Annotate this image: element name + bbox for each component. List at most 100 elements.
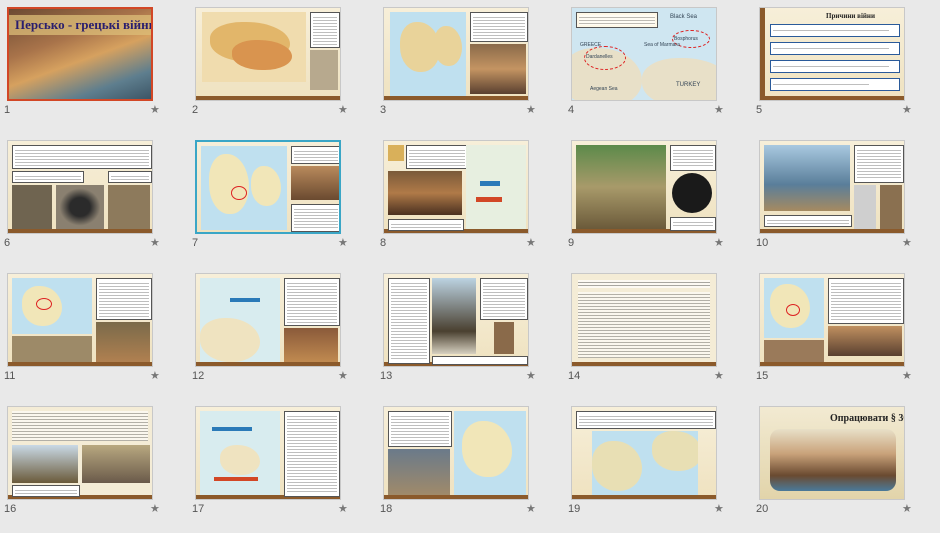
slide-number: 19 (568, 503, 581, 515)
slide-thumbnail-6[interactable]: 6 ★ (0, 133, 188, 266)
star-icon[interactable]: ★ (338, 502, 348, 515)
slide-thumbnail-9[interactable]: 9 ★ (564, 133, 752, 266)
slide-thumbnail-11[interactable]: 11 ★ (0, 266, 188, 399)
map-label: TURKEY (676, 82, 701, 88)
star-icon[interactable]: ★ (526, 103, 536, 116)
star-icon[interactable]: ★ (902, 236, 912, 249)
slide-number: 5 (756, 104, 763, 116)
slide-number: 10 (756, 237, 769, 249)
star-icon[interactable]: ★ (902, 369, 912, 382)
star-icon[interactable]: ★ (714, 103, 724, 116)
slide-preview (195, 7, 341, 101)
vase-image (672, 173, 712, 213)
star-icon[interactable]: ★ (150, 502, 160, 515)
slide-preview (383, 7, 529, 101)
slide-thumbnail-1[interactable]: Персько - грецькі війни 1 ★ (0, 0, 188, 133)
star-icon[interactable]: ★ (526, 502, 536, 515)
slide-preview (7, 406, 153, 500)
warriors-image (470, 44, 526, 94)
star-icon[interactable]: ★ (150, 369, 160, 382)
slide-preview (383, 406, 529, 500)
slide-thumbnail-10[interactable]: 10 ★ (752, 133, 940, 266)
slide-number: 18 (380, 503, 393, 515)
slide-thumbnail-7[interactable]: 7 ★ (188, 133, 376, 266)
slide-preview (571, 406, 717, 500)
slide-number: 8 (380, 237, 387, 249)
star-icon[interactable]: ★ (526, 369, 536, 382)
slide-number: 1 (4, 104, 11, 116)
map-label: Black Sea (670, 14, 698, 20)
slide-thumbnail-13[interactable]: 13 ★ (376, 266, 564, 399)
battle-scheme (200, 278, 280, 362)
star-icon[interactable]: ★ (338, 236, 348, 249)
slide-preview (195, 406, 341, 500)
slide-preview: Персько - грецькі війни (7, 7, 153, 101)
star-icon[interactable]: ★ (338, 369, 348, 382)
ships-image (764, 145, 850, 211)
greece-map (454, 411, 526, 495)
slide-title: Причини війни (826, 12, 875, 20)
greece-map (12, 278, 92, 334)
slide-thumbnail-4[interactable]: Black Sea Bosphorus Sea of Marmara Darda… (564, 0, 752, 133)
greece-map (764, 278, 824, 338)
slide-number: 12 (192, 370, 205, 382)
slide-preview (383, 140, 529, 234)
slide-thumbnail-20[interactable]: Опрацювати § 36. 20 ★ (752, 399, 940, 532)
slide-number: 11 (4, 370, 16, 382)
slide-thumbnail-5[interactable]: Причини війни 5 ★ (752, 0, 940, 133)
star-icon[interactable]: ★ (526, 236, 536, 249)
star-icon[interactable]: ★ (714, 502, 724, 515)
slide-preview (195, 140, 341, 234)
slide-preview (195, 273, 341, 367)
map-label: Dardanelles (586, 54, 613, 60)
greece-map (201, 146, 287, 230)
slide-number: 3 (380, 104, 387, 116)
relief-image (310, 50, 338, 90)
map-label: Sea of Marmara (644, 42, 680, 48)
star-icon[interactable]: ★ (150, 103, 160, 116)
slide-number: 13 (380, 370, 393, 382)
map-label: GREECE (580, 42, 602, 48)
slide-number: 16 (4, 503, 17, 515)
slide-thumbnail-17[interactable]: 17 ★ (188, 399, 376, 532)
straits-map: Black Sea Bosphorus Sea of Marmara Darda… (572, 8, 716, 100)
star-icon[interactable]: ★ (714, 236, 724, 249)
slide-number: 2 (192, 104, 199, 116)
slide-number: 6 (4, 237, 11, 249)
slide-thumbnail-12[interactable]: 12 ★ (188, 266, 376, 399)
slide-preview (571, 273, 717, 367)
star-icon[interactable]: ★ (902, 103, 912, 116)
slide-thumbnail-8[interactable]: 8 ★ (376, 133, 564, 266)
slide-thumbnail-14[interactable]: 14 ★ (564, 266, 752, 399)
runner-image (576, 145, 666, 229)
slide-number: 20 (756, 503, 769, 515)
star-icon[interactable]: ★ (902, 502, 912, 515)
greece-map (390, 12, 466, 96)
star-icon[interactable]: ★ (338, 103, 348, 116)
slide-preview (759, 140, 905, 234)
slide-preview: Black Sea Bosphorus Sea of Marmara Darda… (571, 7, 717, 101)
map-label: Aegean Sea (590, 86, 618, 92)
slide-number: 14 (568, 370, 581, 382)
greco-persian-wars-map (592, 431, 698, 495)
slide-thumbnail-2[interactable]: 2 ★ (188, 0, 376, 133)
slide-number: 17 (192, 503, 205, 515)
star-icon[interactable]: ★ (150, 236, 160, 249)
slide-thumbnail-18[interactable]: 18 ★ (376, 399, 564, 532)
star-icon[interactable]: ★ (714, 369, 724, 382)
slide-number: 7 (192, 237, 199, 249)
salamis-battle-scheme (200, 411, 280, 495)
persian-empire-map (202, 12, 306, 82)
slide-thumbnail-16[interactable]: 16 ★ (0, 399, 188, 532)
trireme-image (770, 429, 896, 491)
slide-preview (759, 273, 905, 367)
slide-preview: Опрацювати § 36. (759, 406, 905, 500)
slide-preview (7, 140, 153, 234)
battle-scheme (466, 145, 526, 229)
slide-thumbnail-15[interactable]: 15 ★ (752, 266, 940, 399)
slide-number: 4 (568, 104, 575, 116)
slide-number: 15 (756, 370, 769, 382)
slide-thumbnail-3[interactable]: 3 ★ (376, 0, 564, 133)
slide-thumbnail-19[interactable]: 19 ★ (564, 399, 752, 532)
slide-number: 9 (568, 237, 575, 249)
